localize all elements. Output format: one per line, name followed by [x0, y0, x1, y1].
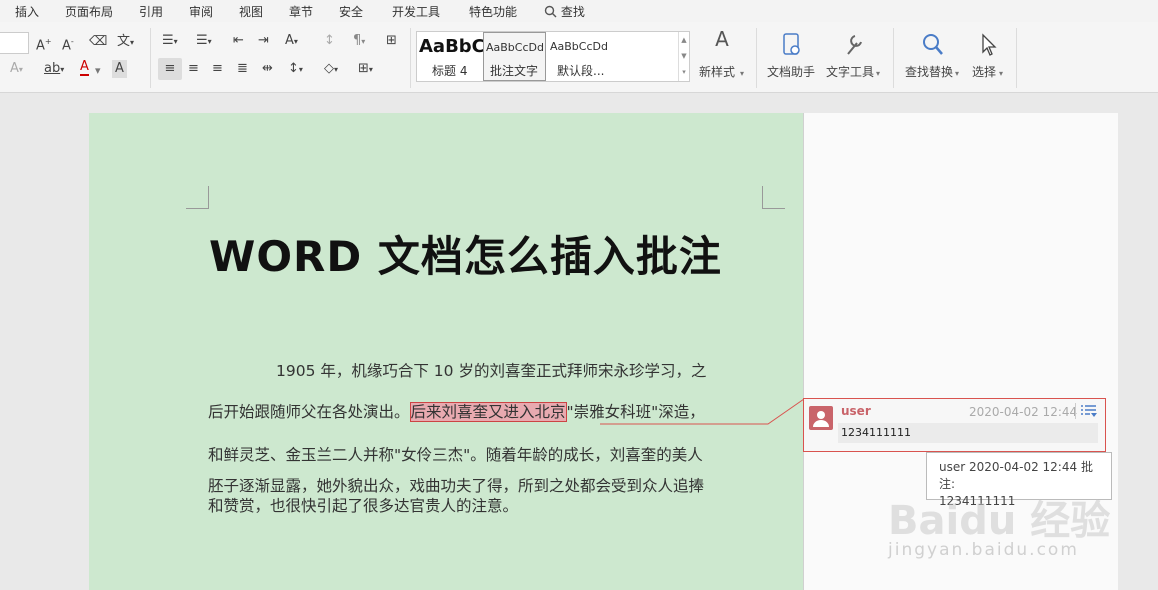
font-color-dropdown-icon[interactable]: ▾: [95, 62, 101, 80]
doc-assistant-icon[interactable]: [781, 32, 803, 58]
document-title[interactable]: WORD 文档怎么插入批注: [209, 223, 749, 284]
comment-menu-icon[interactable]: [1080, 403, 1098, 423]
comment-connector: [600, 398, 805, 425]
style-comment-text[interactable]: AaBbCcDd 批注文字: [483, 32, 546, 81]
margin-corner: [186, 186, 209, 209]
comment-highlight[interactable]: 后来刘喜奎又进入北京: [409, 402, 567, 422]
justify-icon[interactable]: ≣: [237, 60, 248, 78]
align-right-icon[interactable]: ≡: [212, 60, 223, 78]
new-style-label[interactable]: 新样式: [699, 63, 735, 80]
watermark-logo: Baidu 经验: [888, 498, 1111, 544]
menu-page-layout[interactable]: 页面布局: [65, 3, 113, 20]
chevron-down-icon: ▾: [955, 69, 960, 78]
menu-section[interactable]: 章节: [289, 3, 313, 20]
wrench-icon[interactable]: [843, 32, 865, 58]
shrink-font-icon[interactable]: A-: [62, 33, 74, 55]
line-spacing-icon[interactable]: ↕▾: [288, 60, 303, 79]
find-replace-icon[interactable]: [921, 32, 945, 58]
comment-author: user: [841, 404, 871, 418]
menu-insert[interactable]: 插入: [15, 3, 39, 20]
separator: [1016, 28, 1017, 88]
phonetic-icon[interactable]: 文▾: [117, 33, 134, 52]
search-icon: [544, 5, 557, 18]
grow-font-icon[interactable]: A+: [36, 33, 52, 55]
style-preview: AaBbC: [419, 36, 485, 57]
border-icon[interactable]: ⊞▾: [358, 60, 373, 79]
sort-icon[interactable]: ↕: [324, 32, 335, 50]
separator: [150, 28, 151, 88]
increase-indent-icon[interactable]: ⇥: [258, 32, 269, 50]
paragraph-mark-icon[interactable]: ¶▾: [353, 32, 365, 51]
style-preview: AaBbCcDd: [550, 40, 608, 53]
highlight-color-icon[interactable]: ab▾: [44, 60, 64, 79]
paragraph-line[interactable]: 和鲜灵芝、金玉兰二人并称"女伶三杰"。随着年龄的成长，刘喜奎的美人: [208, 443, 703, 465]
menu-review[interactable]: 审阅: [189, 3, 213, 20]
select-label[interactable]: 选择: [972, 63, 996, 80]
align-center-icon[interactable]: ≡: [188, 60, 199, 78]
menu-features[interactable]: 特色功能: [469, 3, 517, 20]
styles-gallery: AaBbC 标题 4 AaBbCcDd 批注文字 AaBbCcDd 默认段...…: [416, 31, 690, 82]
text-tools-label[interactable]: 文字工具: [826, 63, 874, 80]
align-left-icon[interactable]: ≡: [158, 58, 182, 80]
new-style-icon: A: [715, 27, 729, 51]
style-name: 默认段...: [557, 64, 605, 78]
text-run: 后开始跟随师父在各处演出。: [208, 403, 410, 421]
style-default-paragraph[interactable]: AaBbCcDd 默认段...: [547, 32, 679, 81]
paragraph-line[interactable]: 和赞赏，也很快引起了很多达官贵人的注意。: [208, 494, 518, 516]
document-page[interactable]: WORD 文档怎么插入批注 1905 年，机缘巧合下 10 岁的刘喜奎正式拜师宋…: [89, 113, 803, 590]
font-color-icon[interactable]: A: [80, 60, 89, 76]
separator: [410, 28, 411, 88]
table-grid-icon[interactable]: ⊞: [386, 32, 397, 50]
menu-bar: 插入 页面布局 引用 审阅 视图 章节 安全 开发工具 特色功能 查找: [0, 0, 1158, 22]
bullet-list-icon[interactable]: ☰▾: [162, 32, 178, 51]
style-preview: AaBbCcDd: [486, 41, 544, 54]
margin-corner: [762, 186, 785, 209]
separator: [893, 28, 894, 88]
decrease-indent-icon[interactable]: ⇤: [233, 32, 244, 50]
style-heading4[interactable]: AaBbC 标题 4: [417, 32, 485, 81]
watermark-url: jingyan.baidu.com: [888, 540, 1079, 560]
divider: [1075, 403, 1076, 419]
doc-assistant-label[interactable]: 文档助手: [767, 63, 815, 80]
paragraph-line[interactable]: 1905 年，机缘巧合下 10 岁的刘喜奎正式拜师宋永珍学习，之: [276, 359, 706, 381]
menu-search-label: 查找: [560, 5, 585, 19]
menu-security[interactable]: 安全: [339, 3, 363, 20]
style-name: 标题 4: [432, 64, 468, 78]
cursor-icon[interactable]: [979, 32, 999, 58]
clear-format-icon[interactable]: ⌫: [89, 33, 107, 51]
menu-references[interactable]: 引用: [139, 3, 163, 20]
avatar: [809, 406, 833, 430]
chevron-down-icon: ▾: [999, 69, 1004, 78]
separator: [756, 28, 757, 88]
chevron-down-icon: ▾: [876, 69, 881, 78]
numbered-list-icon[interactable]: ☰▾: [196, 32, 212, 51]
menu-developer[interactable]: 开发工具: [392, 3, 440, 20]
style-name: 批注文字: [490, 64, 539, 78]
menu-view[interactable]: 视图: [239, 3, 263, 20]
chevron-down-icon: ▾: [740, 69, 745, 78]
char-shading-icon[interactable]: A: [112, 60, 127, 78]
menu-search[interactable]: 查找: [544, 3, 585, 20]
styles-scroll[interactable]: ▲ ▼ ▾: [678, 32, 689, 81]
comment-text-field[interactable]: 1234111111: [838, 423, 1098, 443]
ribbon-toolbar: A+ A- ⌫ 文▾ A▾ ab▾ A ▾ A ☰▾ ☰▾ ⇤ ⇥ A▾ ↕ ¶…: [0, 22, 1158, 93]
new-style-button[interactable]: A: [702, 27, 742, 51]
font-size-field[interactable]: [0, 32, 29, 54]
text-direction-icon[interactable]: A▾: [285, 32, 298, 51]
shading-icon[interactable]: ◇▾: [324, 60, 338, 79]
comment-balloon[interactable]: user 2020-04-02 12:44 1234111111: [803, 398, 1106, 452]
distribute-icon[interactable]: ⇹: [262, 60, 273, 78]
comment-date: 2020-04-02 12:44: [969, 405, 1078, 419]
text-effect-icon[interactable]: A▾: [10, 60, 23, 79]
paragraph-line[interactable]: 胚子逐渐显露，她外貌出众，戏曲功夫了得，所到之处都会受到众人追捧: [208, 474, 704, 496]
find-replace-label[interactable]: 查找替换: [905, 63, 953, 80]
